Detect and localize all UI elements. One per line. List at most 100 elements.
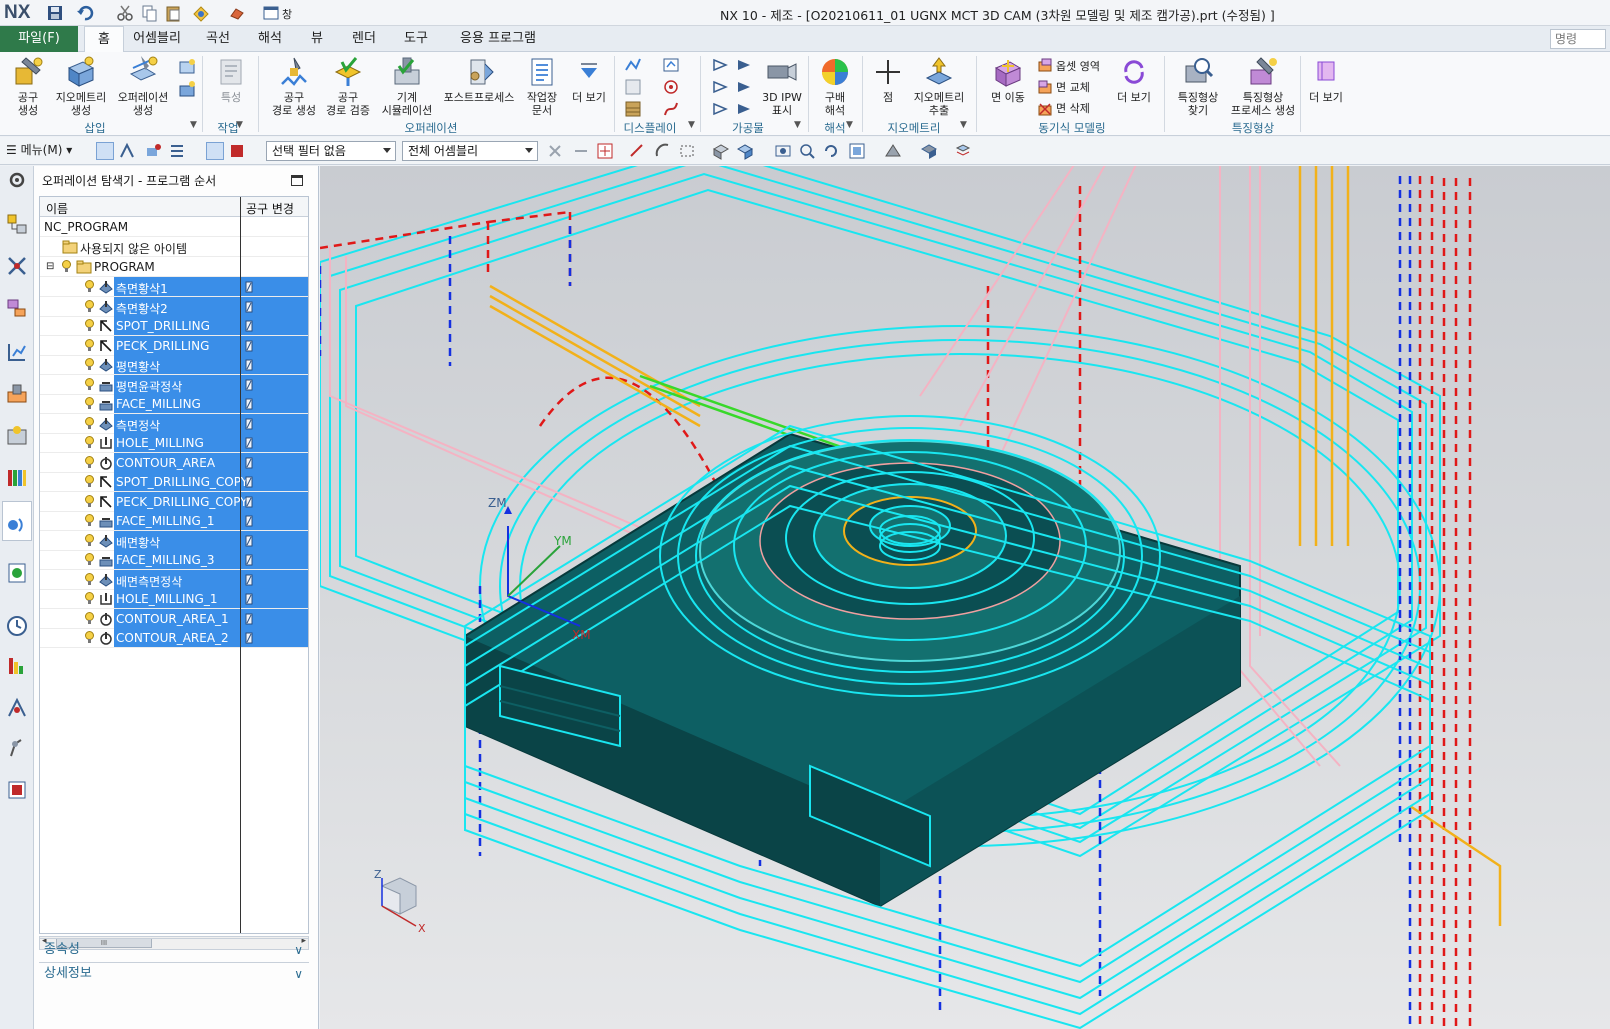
select-point-icon[interactable] — [596, 142, 614, 160]
assembly-navigator-icon[interactable] — [5, 212, 29, 236]
menu-button[interactable]: ☰ 메뉴(M) ▾ — [6, 141, 72, 158]
sync-more-button[interactable]: 더 보기 — [1112, 56, 1156, 104]
section-view-icon[interactable] — [920, 142, 938, 160]
roles-icon[interactable] — [5, 778, 29, 802]
rotate-icon[interactable] — [822, 142, 840, 160]
save-icon[interactable] — [46, 4, 64, 22]
geometry-expand-icon[interactable]: ▼ — [960, 120, 967, 130]
tab-home[interactable]: 홈 — [84, 26, 124, 53]
ipw-small-5-icon[interactable] — [712, 100, 730, 118]
operation-row[interactable]: SPOT_DRILLING — [40, 316, 308, 336]
ipw-small-4-icon[interactable] — [736, 78, 754, 96]
part-navigator-icon[interactable] — [5, 296, 29, 320]
operation-row[interactable]: 측면정삭 — [40, 413, 308, 434]
graphics-window[interactable]: ZM YM XM Z X — [320, 166, 1610, 1029]
settings-gear-icon[interactable] — [5, 168, 29, 192]
tab-applications[interactable]: 응용 프로그램 — [452, 26, 544, 52]
create-geometry-button[interactable]: 지오메트리 생성 — [52, 56, 110, 117]
tab-analysis[interactable]: 해석 — [250, 26, 290, 52]
ipw-small-3-icon[interactable] — [712, 78, 730, 96]
create-tool-button[interactable]: 공구 생성 — [8, 56, 48, 117]
display-point-icon[interactable] — [662, 78, 680, 96]
feature-more-button[interactable]: 더 보기 — [1306, 56, 1346, 104]
select-curve-icon[interactable] — [628, 142, 646, 160]
insert-small-1-icon[interactable] — [178, 58, 196, 76]
dependencies-panel[interactable]: 종속성 ∨ — [39, 938, 309, 960]
tab-tools[interactable]: 도구 — [396, 26, 436, 52]
edge-display-icon[interactable] — [884, 142, 902, 160]
feature-button[interactable]: 특성 — [210, 56, 252, 104]
command-search-input[interactable]: 명령 — [1550, 29, 1606, 49]
web-browser-icon[interactable] — [5, 561, 29, 585]
draft-analysis-button[interactable]: 구배 해석 — [814, 56, 856, 117]
create-operation-button[interactable]: 오퍼레이션 생성 — [114, 56, 172, 117]
work-expand-icon[interactable]: ▼ — [236, 120, 243, 130]
verify-toolpath-button[interactable]: 공구 경로 검증 — [322, 56, 374, 117]
select-rectangle-icon[interactable] — [678, 142, 696, 160]
feature-process-button[interactable]: 특징형상 프로세스 생성 — [1226, 56, 1300, 117]
tab-assembly[interactable]: 어셈블리 — [128, 26, 186, 52]
operation-row[interactable]: 측면황삭2 — [40, 296, 308, 317]
snap-icon[interactable] — [546, 142, 564, 160]
ipw-small-2-icon[interactable] — [736, 56, 754, 74]
display-curve-icon[interactable] — [662, 100, 680, 118]
tab-curve[interactable]: 곡선 — [198, 26, 238, 52]
fit-view-icon[interactable] — [774, 142, 792, 160]
operation-row[interactable]: 배면황삭 — [40, 530, 308, 551]
tree-root[interactable]: NC_PROGRAM — [40, 217, 308, 237]
replace-face-label[interactable]: 면 교체 — [1056, 79, 1090, 95]
delete-face-icon[interactable] — [1036, 100, 1054, 118]
operation-row[interactable]: 평면황삭 — [40, 355, 308, 375]
machine-tool-navigator-icon[interactable] — [5, 382, 29, 406]
display-toolpath-icon[interactable] — [624, 56, 642, 74]
filter-toolpath-icon[interactable] — [206, 142, 224, 160]
reuse-library-icon[interactable] — [5, 466, 29, 490]
operation-row[interactable]: HOLE_MILLING — [40, 433, 308, 453]
copy-icon[interactable] — [140, 4, 158, 22]
operation-row[interactable]: 평면윤곽정삭 — [40, 374, 308, 395]
navigator-geometry-view-icon[interactable] — [144, 142, 162, 160]
machine-simulation-button[interactable]: 기계 시뮬레이션 — [378, 56, 436, 117]
process-studio-icon[interactable] — [5, 696, 29, 720]
shop-documentation-button[interactable]: 작업장 문서 — [520, 56, 564, 117]
operation-row[interactable]: CONTOUR_AREA_2 — [40, 628, 308, 648]
offset-region-label[interactable]: 옵셋 영역 — [1056, 58, 1100, 74]
work-layer-icon[interactable] — [954, 142, 972, 160]
collapse-icon[interactable]: ⊟ — [46, 261, 54, 272]
operation-row[interactable]: 측면황삭1 — [40, 277, 308, 297]
history-icon[interactable] — [5, 614, 29, 638]
ipw-expand-icon[interactable]: ▼ — [794, 120, 801, 130]
assembly-scope-dropdown[interactable]: 전체 어셈블리 — [402, 141, 538, 161]
tab-render[interactable]: 렌더 — [344, 26, 384, 52]
tree-program[interactable]: ⊟ PROGRAM — [40, 257, 308, 277]
operation-row[interactable]: FACE_MILLING_1 — [40, 511, 308, 531]
display-feedrate-icon[interactable] — [662, 56, 680, 74]
offset-region-icon[interactable] — [1036, 56, 1054, 74]
system-materials-icon[interactable] — [5, 654, 29, 678]
find-feature-button[interactable]: 특징형상 찾기 — [1172, 56, 1224, 117]
touch-mode-icon[interactable] — [228, 4, 246, 22]
operation-navigator-icon[interactable] — [5, 340, 29, 364]
move-face-button[interactable]: 면 이동 — [986, 56, 1030, 104]
tab-view[interactable]: 뷰 — [302, 26, 332, 52]
column-tool-change[interactable]: 공구 변경 — [246, 200, 294, 217]
point-button[interactable]: 점 — [870, 56, 906, 104]
constraint-navigator-icon[interactable] — [5, 254, 29, 278]
analysis-expand-icon[interactable]: ▼ — [846, 120, 853, 130]
postprocess-button[interactable]: 포스트프로세스 — [440, 56, 518, 104]
filter-geometry-icon[interactable] — [228, 142, 246, 160]
operation-row[interactable]: HOLE_MILLING_1 — [40, 589, 308, 609]
operation-row[interactable]: FACE_MILLING_3 — [40, 550, 308, 570]
navigator-method-view-icon[interactable] — [168, 142, 186, 160]
paste-icon[interactable] — [164, 4, 182, 22]
repeat-command-icon[interactable] — [192, 4, 210, 22]
show-3d-ipw-button[interactable]: 3D IPW 표시 — [760, 56, 804, 117]
navigator-program-view-icon[interactable] — [96, 142, 114, 160]
operation-row[interactable]: CONTOUR_AREA_1 — [40, 608, 308, 629]
display-surface-icon[interactable] — [624, 100, 642, 118]
render-style-icon[interactable] — [848, 142, 866, 160]
insert-small-2-icon[interactable] — [178, 80, 196, 98]
undo-icon[interactable] — [76, 4, 94, 22]
replace-face-icon[interactable] — [1036, 78, 1054, 96]
insert-expand-icon[interactable]: ▼ — [190, 120, 197, 130]
